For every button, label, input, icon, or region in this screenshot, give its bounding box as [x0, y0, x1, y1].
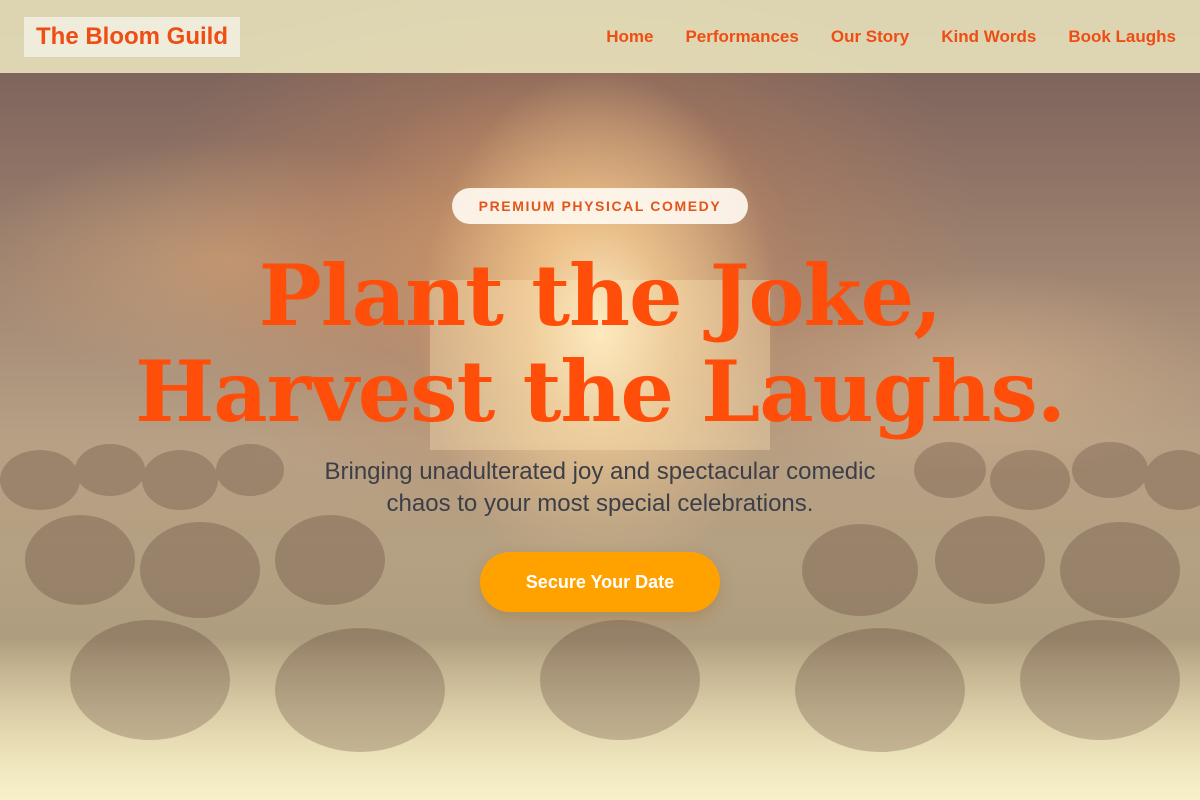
subtitle-line-2: chaos to your most special celebrations. [386, 490, 814, 517]
headline-line-2: Harvest the Laughs. [134, 342, 1066, 441]
hero-headline: Plant the Joke, Harvest the Laughs. [0, 248, 1200, 440]
hero-subtitle: Bringing unadulterated joy and spectacul… [250, 456, 950, 520]
headline-line-1: Plant the Joke, [258, 246, 943, 345]
secure-date-button[interactable]: Secure Your Date [480, 552, 720, 612]
hero-badge: PREMIUM PHYSICAL COMEDY [452, 188, 748, 224]
hero-content: PREMIUM PHYSICAL COMEDY Plant the Joke, … [0, 0, 1200, 800]
subtitle-line-1: Bringing unadulterated joy and spectacul… [324, 458, 876, 485]
